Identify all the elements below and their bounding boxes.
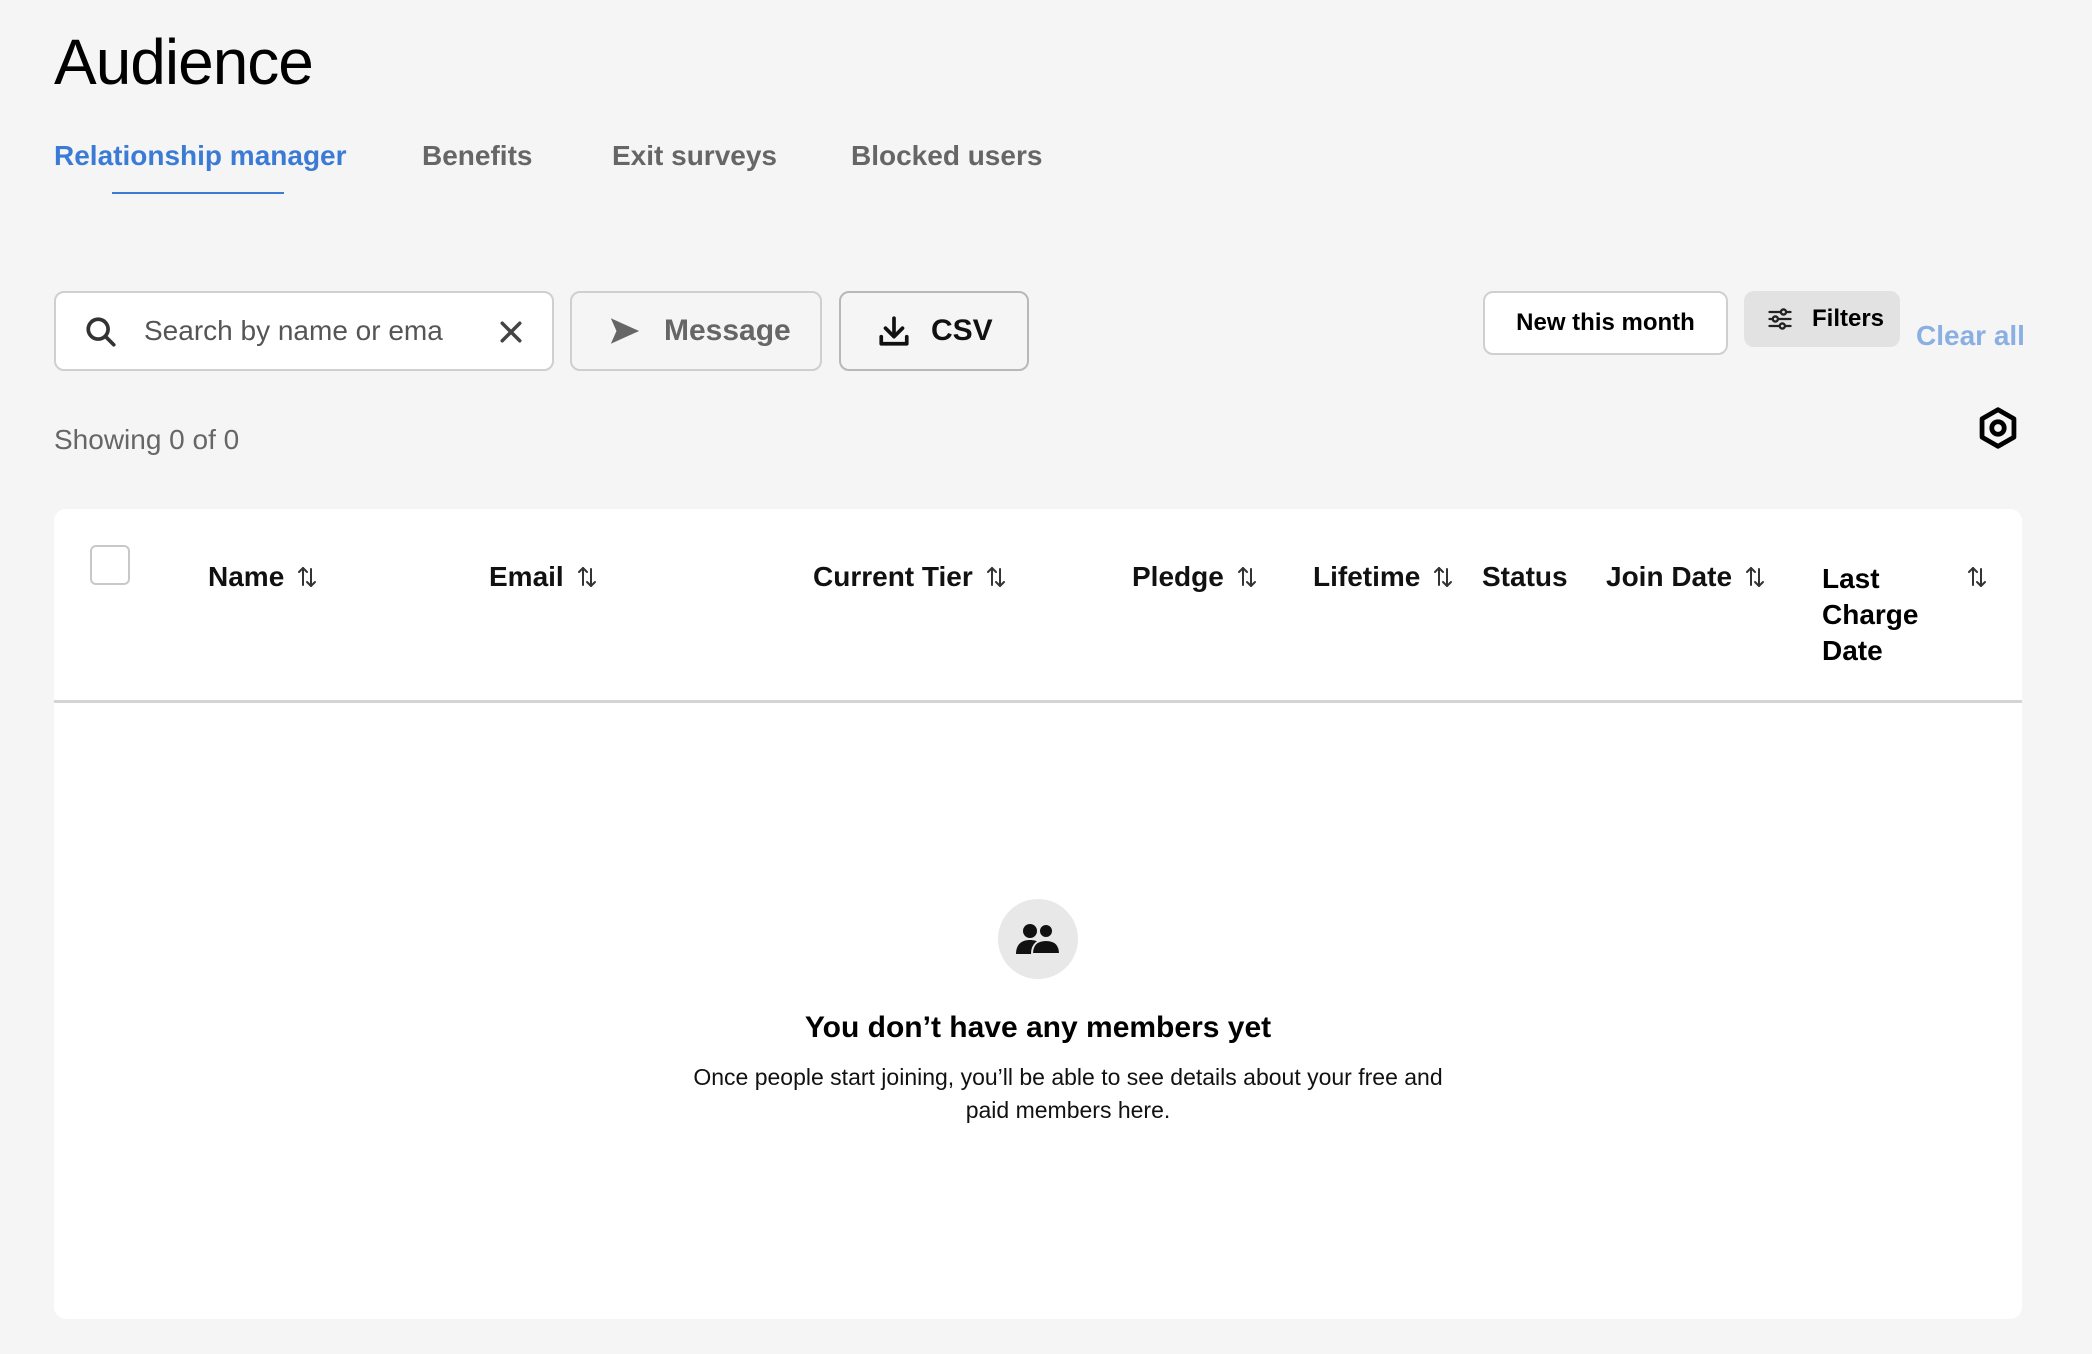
empty-state-title: You don’t have any members yet: [804, 1011, 1272, 1044]
column-header-join-date[interactable]: Join Date: [1606, 561, 1766, 593]
people-icon: [1016, 923, 1062, 955]
tab-exit-surveys[interactable]: Exit surveys: [612, 136, 777, 176]
column-header-name[interactable]: Name: [208, 561, 318, 593]
sort-icon: [577, 567, 596, 587]
members-icon: [998, 899, 1078, 979]
column-header-status: Status: [1482, 561, 1568, 593]
audience-page: Audience Relationship manager Benefits E…: [0, 0, 2092, 1354]
column-header-email[interactable]: Email: [489, 561, 598, 593]
gear-icon[interactable]: [1976, 406, 2020, 450]
active-tab-indicator: [112, 192, 284, 194]
sort-icon: [1434, 567, 1453, 587]
column-label: Current Tier: [813, 561, 973, 592]
filters-button-label: Filters: [1812, 305, 1885, 332]
csv-button-label: CSV: [931, 314, 993, 347]
page-title: Audience: [54, 26, 314, 98]
column-label: Pledge: [1132, 561, 1224, 592]
column-label: Lifetime: [1313, 561, 1421, 592]
results-count: Showing 0 of 0: [54, 424, 240, 455]
column-header-last-charge-date[interactable]: Last Charge Date: [1822, 561, 1942, 669]
tab-relationship-manager[interactable]: Relationship manager: [54, 136, 347, 176]
members-table: Name Email Current Tier Pledge Lifetime …: [54, 509, 2022, 1319]
sort-icon[interactable]: [1966, 565, 1988, 589]
column-header-current-tier[interactable]: Current Tier: [813, 561, 1007, 593]
sort-icon: [986, 567, 1005, 587]
message-button[interactable]: Message: [570, 291, 822, 371]
sort-icon: [1746, 567, 1765, 587]
sort-icon: [1237, 567, 1256, 587]
search-box: [54, 291, 554, 371]
empty-state-description: Once people start joining, you’ll be abl…: [693, 1064, 1443, 1123]
select-all-checkbox[interactable]: [90, 545, 130, 585]
sort-icon: [298, 567, 317, 587]
message-button-label: Message: [664, 314, 791, 347]
download-icon: [879, 316, 909, 346]
column-header-pledge[interactable]: Pledge: [1132, 561, 1258, 593]
tab-blocked-users[interactable]: Blocked users: [851, 136, 1042, 176]
table-header: Name Email Current Tier Pledge Lifetime …: [54, 509, 2022, 703]
new-this-month-filter[interactable]: New this month: [1483, 291, 1728, 355]
clear-search-icon[interactable]: [496, 317, 526, 347]
filters-button[interactable]: Filters: [1744, 291, 1900, 347]
sliders-icon: [1768, 308, 1792, 330]
clear-all-link[interactable]: Clear all: [1916, 320, 2025, 352]
column-label: Email: [489, 561, 564, 592]
column-header-lifetime[interactable]: Lifetime: [1313, 561, 1454, 593]
search-icon: [86, 317, 116, 347]
send-icon: [610, 318, 640, 344]
column-label: Join Date: [1606, 561, 1733, 592]
csv-download-button[interactable]: CSV: [839, 291, 1029, 371]
search-input[interactable]: [144, 309, 444, 353]
column-label: Name: [208, 561, 285, 592]
column-label: Status: [1482, 561, 1568, 592]
tab-benefits[interactable]: Benefits: [422, 136, 532, 176]
